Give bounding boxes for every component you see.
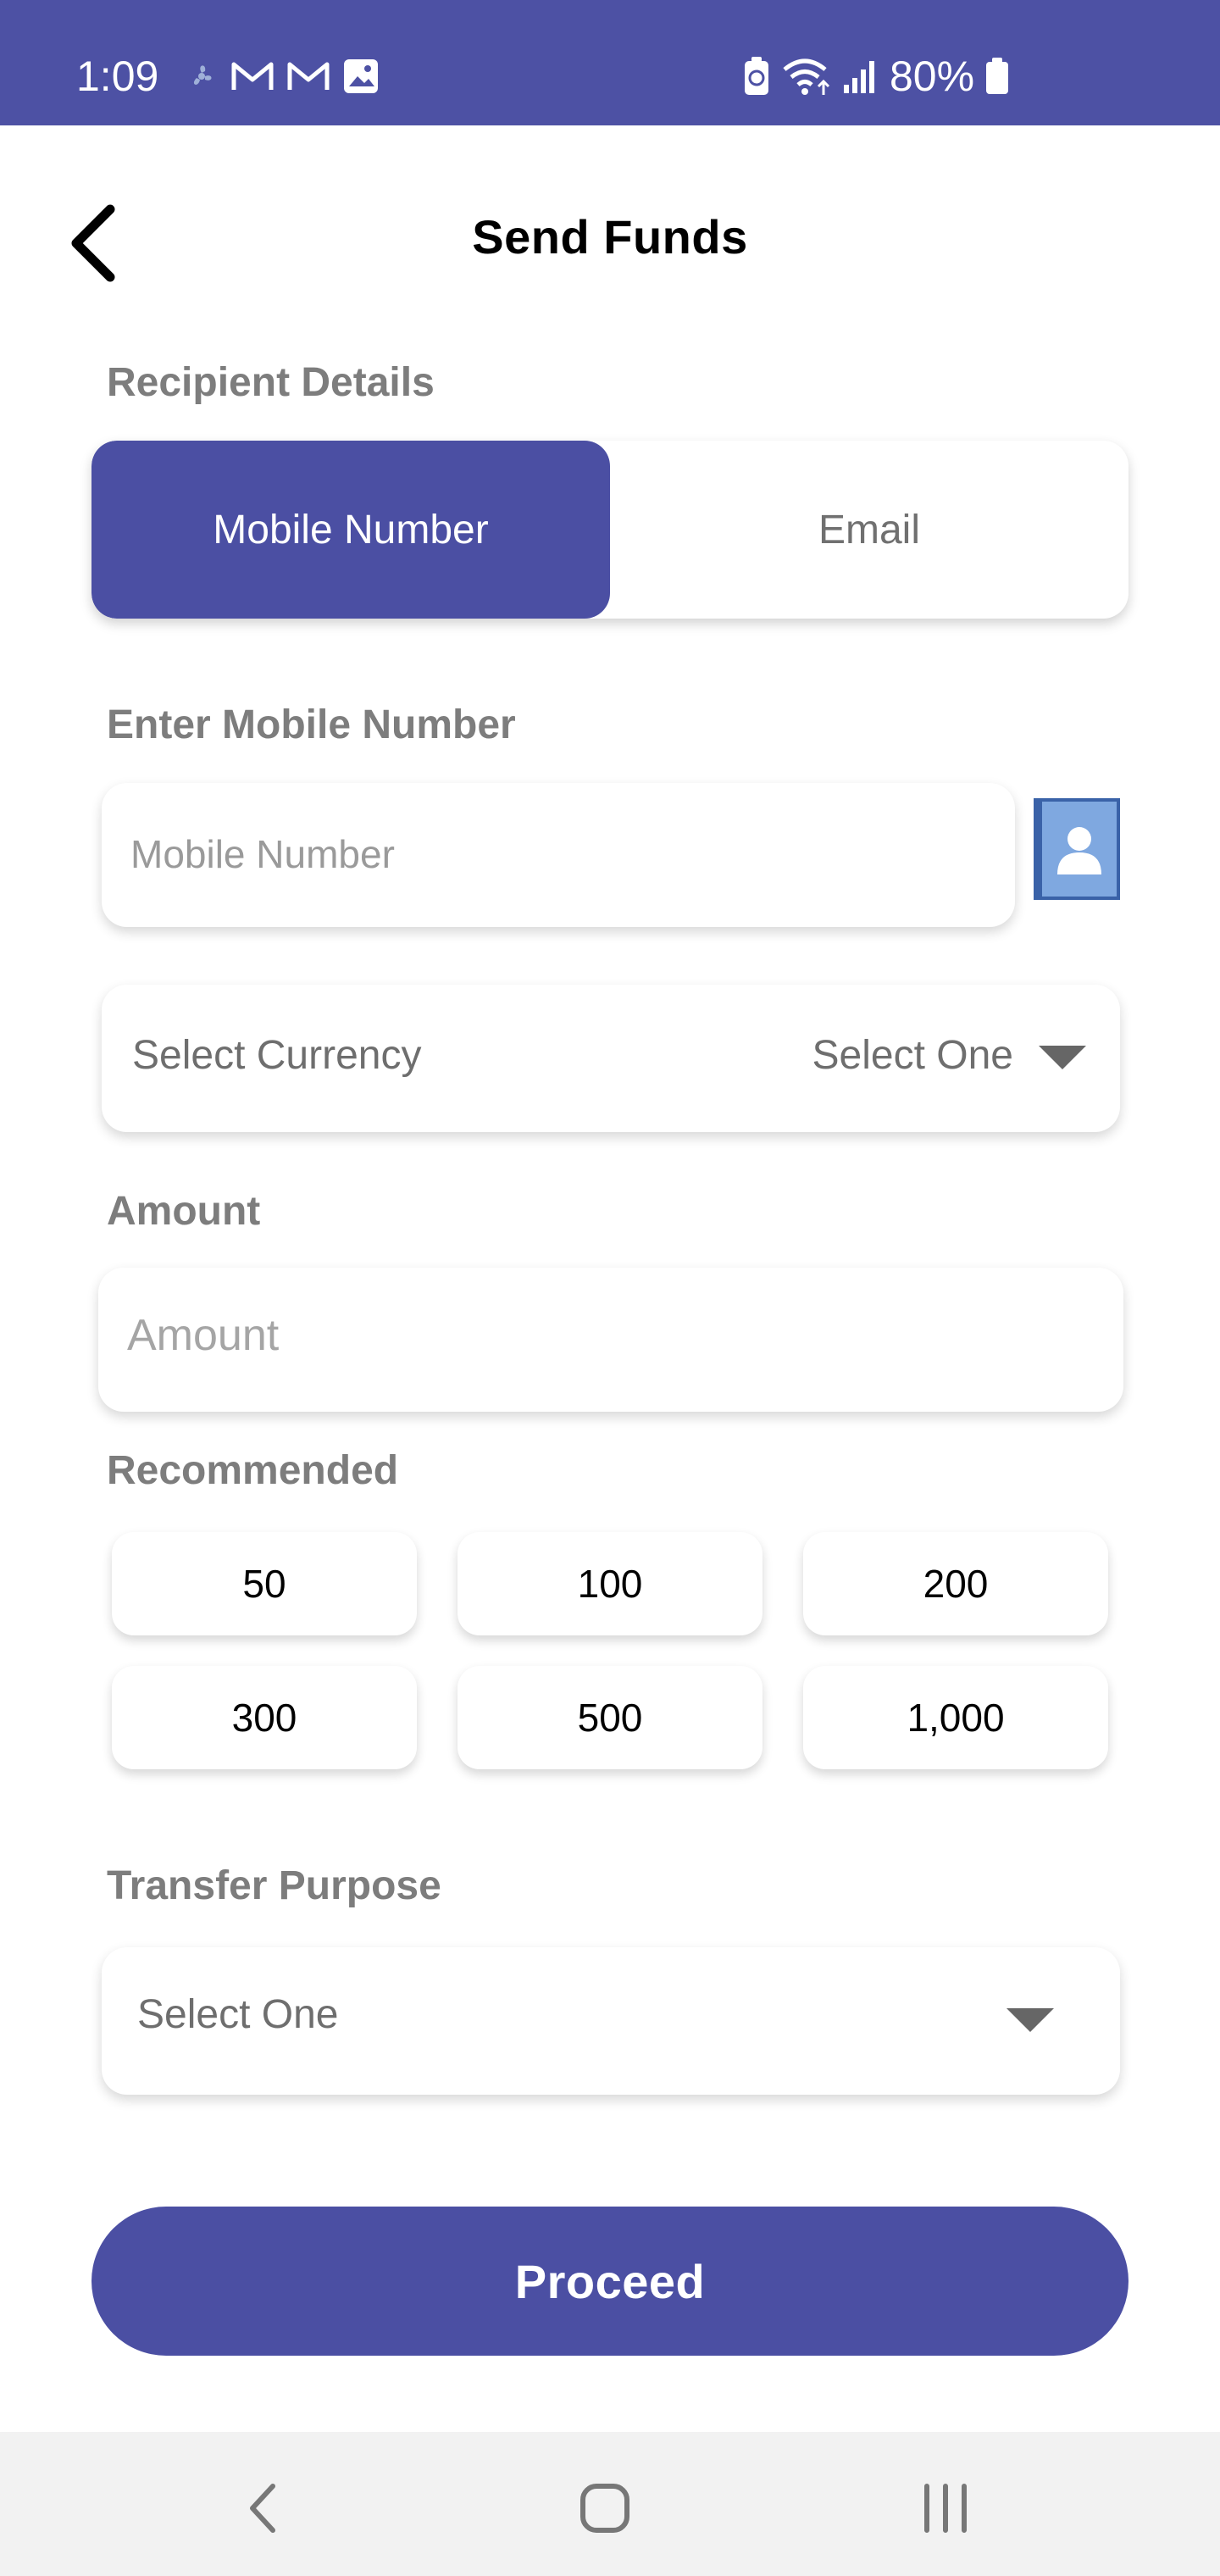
page-title: Send Funds xyxy=(472,210,748,264)
image-icon xyxy=(342,58,380,95)
nav-back-button[interactable] xyxy=(220,2466,305,2551)
tab-mobile-number[interactable]: Mobile Number xyxy=(92,441,610,619)
nav-home-icon xyxy=(580,2484,629,2533)
battery-saver-icon xyxy=(742,56,771,97)
recommended-label: Recommended xyxy=(107,1448,399,1493)
transfer-purpose-select[interactable]: Select One xyxy=(102,1947,1120,2095)
recipient-details-label: Recipient Details xyxy=(107,360,435,405)
amount-label: Amount xyxy=(107,1189,261,1234)
status-time: 1:09 xyxy=(76,53,159,100)
amount-chip-300[interactable]: 300 xyxy=(112,1666,417,1769)
contact-book-icon xyxy=(1034,798,1120,900)
proceed-button[interactable]: Proceed xyxy=(92,2207,1128,2356)
chevron-down-icon xyxy=(1006,2008,1054,2032)
nav-back-icon xyxy=(250,2484,275,2533)
tab-email[interactable]: Email xyxy=(610,441,1128,619)
amount-chip-50[interactable]: 50 xyxy=(112,1532,417,1635)
transfer-purpose-label: Transfer Purpose xyxy=(107,1863,441,1908)
wifi-icon xyxy=(781,56,832,97)
fan-icon xyxy=(185,59,219,93)
status-notification-icons xyxy=(185,56,380,97)
currency-select-value: Select One xyxy=(812,1033,1013,1078)
transfer-purpose-value: Select One xyxy=(137,1992,339,2037)
recipient-type-toggle: Mobile Number Email xyxy=(92,441,1128,619)
battery-icon xyxy=(984,57,1010,96)
chevron-down-icon xyxy=(1039,1046,1086,1069)
amount-chip-100[interactable]: 100 xyxy=(458,1532,762,1635)
gmail-icon xyxy=(230,59,274,93)
amount-chip-1000[interactable]: 1,000 xyxy=(803,1666,1108,1769)
status-system-icons: 80% xyxy=(742,53,1010,100)
system-nav-bar xyxy=(0,2432,1220,2576)
nav-home-button[interactable] xyxy=(563,2466,647,2551)
gmail-icon xyxy=(286,59,330,93)
amount-chip-500[interactable]: 500 xyxy=(458,1666,762,1769)
status-bar: 1:09 80% xyxy=(0,0,1220,125)
mobile-number-input[interactable]: Mobile Number xyxy=(102,783,1015,927)
battery-percent: 80% xyxy=(890,53,975,100)
contact-picker-button[interactable] xyxy=(1032,797,1122,902)
signal-icon xyxy=(842,58,879,95)
nav-recents-icon xyxy=(924,2484,967,2533)
mobile-number-placeholder: Mobile Number xyxy=(130,832,395,876)
amount-chip-200[interactable]: 200 xyxy=(803,1532,1108,1635)
nav-recents-button[interactable] xyxy=(903,2466,988,2551)
amount-input[interactable]: Amount xyxy=(98,1268,1123,1412)
amount-placeholder: Amount xyxy=(127,1311,280,1360)
currency-select-label: Select Currency xyxy=(132,1033,422,1078)
mobile-number-label: Enter Mobile Number xyxy=(107,702,516,747)
